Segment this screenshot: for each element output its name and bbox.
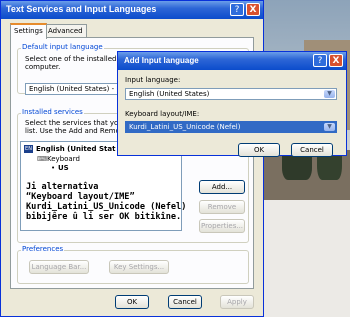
- input-language-select[interactable]: English (United States) ▼: [125, 88, 337, 100]
- default-input-desc-2: computer.: [25, 63, 61, 71]
- add-dialog-cancel-button[interactable]: Cancel: [291, 143, 333, 157]
- default-input-select[interactable]: English (United States) - US: [25, 83, 126, 95]
- add-dialog-close-button[interactable]: X: [329, 54, 343, 67]
- language-badge: EN: [24, 145, 33, 153]
- installed-services-title: Installed services: [21, 108, 84, 116]
- snow-ground: [262, 200, 350, 317]
- window-title: Text Services and Input Languages: [6, 4, 157, 14]
- tab-settings[interactable]: Settings: [10, 23, 47, 39]
- keyboard-layout-value: Kurdi_Latini_US_Unicode (Nefel): [129, 123, 241, 131]
- tab-advanced[interactable]: Advanced: [44, 24, 87, 37]
- add-dialog-title: Add Input language: [124, 56, 199, 65]
- keyboard-icon: ⌨: [37, 155, 48, 163]
- default-input-title: Default input language: [21, 43, 104, 51]
- preferences-title: Preferences: [21, 245, 65, 253]
- tree-language-item[interactable]: English (United Stat: [36, 145, 115, 153]
- keyboard-layout-label: Keyboard layout/IME:: [125, 110, 200, 118]
- instruction-caption: Ji alternatîva “Keyboard layout/IME” Kur…: [26, 182, 187, 222]
- tree-us-item[interactable]: US: [58, 164, 69, 172]
- title-bar[interactable]: Text Services and Input Languages ? X: [1, 1, 263, 19]
- add-dialog-title-bar[interactable]: Add Input language ? X: [118, 52, 346, 70]
- language-bar-button[interactable]: Language Bar...: [29, 260, 89, 274]
- ok-button[interactable]: OK: [115, 295, 149, 309]
- background-photo: [262, 0, 350, 317]
- default-input-value: English (United States) - US: [29, 85, 126, 93]
- chevron-down-icon[interactable]: ▼: [324, 123, 335, 131]
- installed-desc-1: Select the services that you w: [25, 119, 131, 127]
- add-dialog-help-button[interactable]: ?: [313, 54, 327, 67]
- add-input-language-dialog: Add Input language ? X Input language: E…: [117, 51, 347, 157]
- keyboard-layout-select[interactable]: Kurdi_Latini_US_Unicode (Nefel) ▼: [125, 121, 337, 133]
- text-services-dialog: Text Services and Input Languages ? X Se…: [0, 0, 264, 317]
- installed-desc-2: list. Use the Add and Remove: [25, 127, 129, 135]
- cancel-button[interactable]: Cancel: [168, 295, 202, 309]
- add-dialog-ok-button[interactable]: OK: [238, 143, 280, 157]
- bullet-icon: •: [51, 164, 56, 172]
- key-settings-button[interactable]: Key Settings...: [109, 260, 169, 274]
- apply-button[interactable]: Apply: [220, 295, 254, 309]
- help-button[interactable]: ?: [230, 3, 244, 16]
- input-language-value: English (United States): [129, 90, 210, 98]
- input-language-label: Input language:: [125, 76, 181, 84]
- close-button[interactable]: X: [246, 3, 260, 16]
- chevron-down-icon[interactable]: ▼: [324, 90, 335, 98]
- tree-keyboard-item[interactable]: Keyboard: [47, 155, 80, 163]
